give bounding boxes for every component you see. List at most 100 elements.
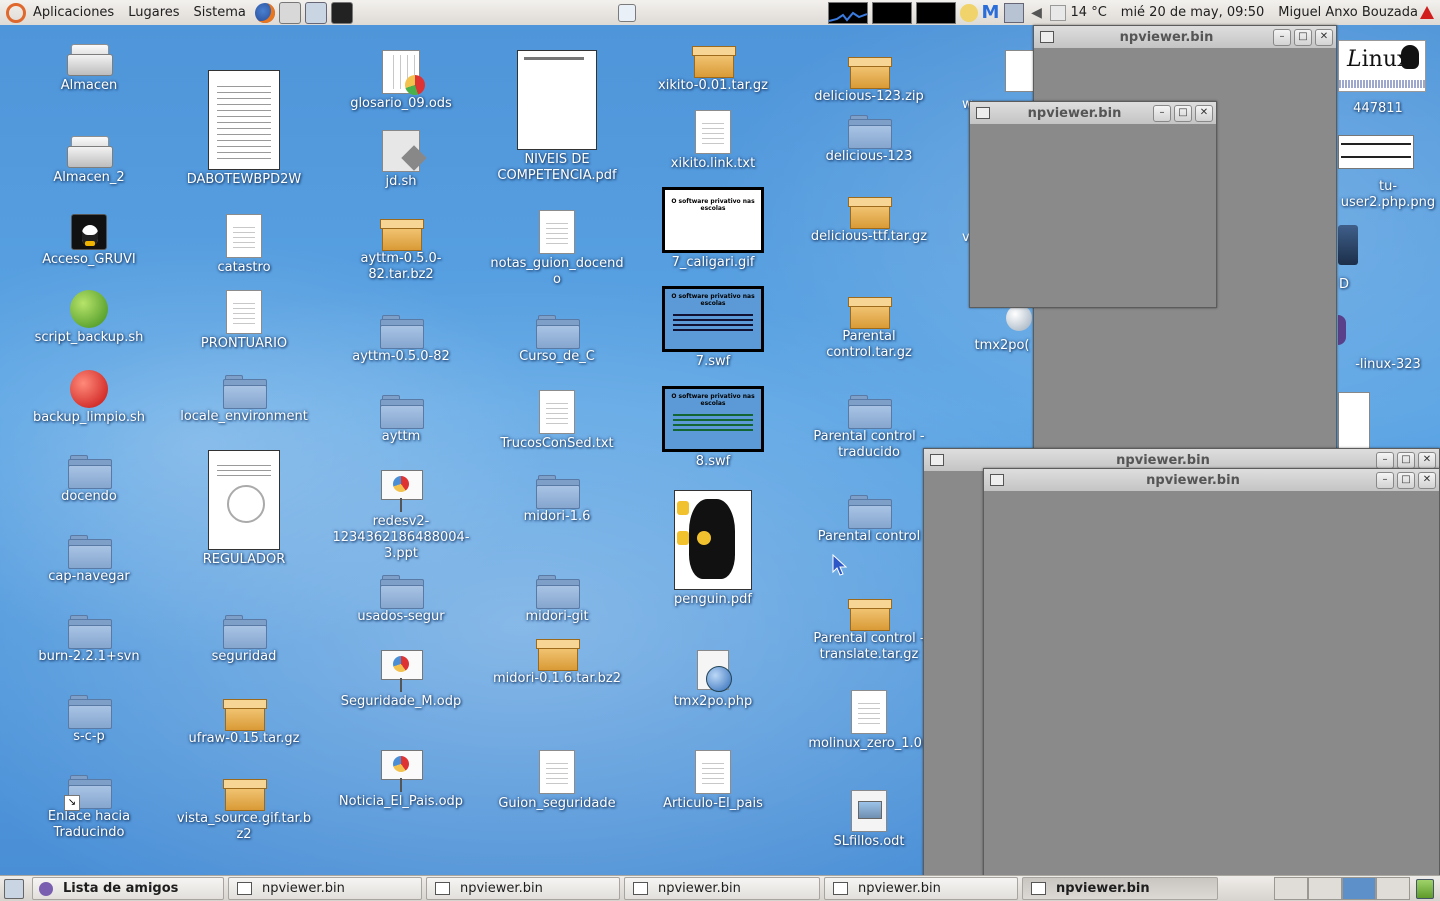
desktop-icon-447811[interactable]: 447811 <box>1338 99 1418 117</box>
desktop-icon-redesv2[interactable]: redesv2-1234362186488004-3.ppt <box>331 468 471 562</box>
desktop-icon-jd-sh[interactable]: jd.sh <box>331 130 471 190</box>
desktop-icon-parental-control-traducido[interactable]: Parental control - traducido <box>799 395 939 461</box>
desktop-icon-ayttm[interactable]: ayttm <box>331 395 471 445</box>
partial-purple-icon[interactable] <box>1338 315 1346 345</box>
close-button[interactable]: ✕ <box>1315 28 1333 46</box>
menu-aplicaciones[interactable]: Aplicaciones <box>26 0 121 25</box>
npviewer-window-4[interactable]: npviewer.bin – □ ✕ <box>983 468 1440 876</box>
desktop-icon-7-swf[interactable]: O software privativo nas escolas 7.swf <box>643 286 783 370</box>
network-manager-icon[interactable] <box>1003 2 1024 23</box>
workspace-3[interactable] <box>1342 877 1376 900</box>
desktop-icon-curso-de-c[interactable]: Curso_de_C <box>487 315 627 365</box>
desktop-icon-dabotewbpd2w[interactable]: DABOTEWBPD2W <box>174 70 314 188</box>
desktop-icon-parental-control-translate[interactable]: Parental control - translate.tar.gz <box>799 595 939 663</box>
maximize-button[interactable]: □ <box>1294 28 1312 46</box>
task-lista-de-amigos[interactable]: Lista de amigos <box>32 877 224 900</box>
desktop-icon-script-backup[interactable]: script_backup.sh <box>19 290 159 346</box>
desktop-icon-seguridade-m[interactable]: Seguridade_M.odp <box>331 648 471 710</box>
desktop-icon-midori-16[interactable]: midori-1.6 <box>487 475 627 525</box>
partial-globe-icon[interactable] <box>1006 305 1032 331</box>
desktop-icon-locale-environment[interactable]: locale_environment <box>174 375 314 425</box>
task-npviewer-2[interactable]: npviewer.bin <box>426 877 620 900</box>
desktop-icon-tmx2po-partial[interactable]: tmx2po( <box>962 336 1042 354</box>
close-button[interactable]: ✕ <box>1195 104 1213 122</box>
desktop-icon-ufraw[interactable]: ufraw-0.15.tar.gz <box>174 695 314 747</box>
mail-icon[interactable]: M <box>982 3 1000 22</box>
clock[interactable]: mié 20 de may, 09:50 <box>1114 0 1272 25</box>
desktop-icon-guion-seguridade[interactable]: Guion_seguridade <box>487 750 627 812</box>
desktop-icon-linux-323[interactable]: -linux-323 <box>1338 355 1438 373</box>
shutdown-icon[interactable] <box>1420 6 1434 19</box>
npviewer-window-2[interactable]: npviewer.bin – □ ✕ <box>969 101 1217 308</box>
desktop-icon-cap-navegar[interactable]: cap-navegar <box>19 535 159 585</box>
desktop-icon-delicious-123[interactable]: delicious-123 <box>799 115 939 165</box>
desktop-icon-delicious-zip[interactable]: delicious-123.zip <box>799 53 939 105</box>
show-desktop-button[interactable] <box>4 878 24 899</box>
firefox-icon[interactable] <box>254 2 275 23</box>
menu-lugares[interactable]: Lugares <box>121 0 186 25</box>
volume-icon[interactable]: ◀ <box>1028 4 1046 22</box>
window-menu-icon[interactable] <box>976 107 990 119</box>
desktop-icon-ayttm-082[interactable]: ayttm-0.5.0-82 <box>331 315 471 365</box>
desktop-icon-glosario[interactable]: glosario_09.ods <box>331 50 471 112</box>
menu-sistema[interactable]: Sistema <box>187 0 253 25</box>
weather-temperature[interactable]: 14 °C <box>1068 0 1114 25</box>
workspace-1[interactable] <box>1274 877 1308 900</box>
desktop-icon-burn[interactable]: burn-2.2.1+svn <box>19 615 159 665</box>
desktop-icon-noticia-el-pais[interactable]: Noticia_El_Pais.odp <box>331 748 471 810</box>
ubuntu-logo-icon[interactable] <box>6 2 26 23</box>
speaker-icon[interactable] <box>1338 225 1358 265</box>
window-menu-icon[interactable] <box>930 454 944 466</box>
window-titlebar[interactable]: npviewer.bin – □ ✕ <box>970 102 1216 125</box>
linux-badge-image[interactable]: Linux <box>1338 40 1426 92</box>
minimize-button[interactable]: – <box>1376 451 1394 469</box>
desktop-icon-vista-source[interactable]: vista_source.gif.tar.bz2 <box>174 775 314 843</box>
close-button[interactable]: ✕ <box>1418 451 1436 469</box>
minimize-button[interactable]: – <box>1273 28 1291 46</box>
window-titlebar[interactable]: npviewer.bin – □ ✕ <box>984 469 1439 492</box>
desktop-icon-ayttm-tar[interactable]: ayttm-0.5.0-82.tar.bz2 <box>331 215 471 283</box>
close-button[interactable]: ✕ <box>1418 471 1436 489</box>
desktop-icon-delicious-ttf[interactable]: delicious-ttf.tar.gz <box>799 193 939 245</box>
desktop-icon-8-swf[interactable]: O software privativo nas escolas 8.swf <box>643 386 783 470</box>
desktop-icon-acceso-gruvi[interactable]: Acceso_GRUVI <box>19 214 159 268</box>
desktop-icon-parental-control-tar[interactable]: Parental control.tar.gz <box>799 293 939 361</box>
terminal-icon[interactable] <box>330 1 353 24</box>
window-titlebar[interactable]: npviewer.bin – □ ✕ <box>1034 26 1336 49</box>
desktop-icon-almacen-2[interactable]: Almacen_2 <box>19 134 159 186</box>
partial-image-icon[interactable] <box>1338 392 1370 452</box>
maximize-button[interactable]: □ <box>1397 451 1415 469</box>
show-desktop-icon[interactable] <box>617 3 636 22</box>
desktop-icon-midori-tar[interactable]: midori-0.1.6.tar.bz2 <box>487 635 627 687</box>
desktop-icon-articulo-el-pais[interactable]: Articulo-El_pais <box>643 750 783 812</box>
desktop-icon-seguridad[interactable]: seguridad <box>174 615 314 665</box>
ubuntu-badge-image[interactable] <box>1338 135 1414 169</box>
desktop-icon-usados-segur[interactable]: usados-segur <box>331 575 471 625</box>
desktop-icon-almacen[interactable]: Almacen <box>19 42 159 94</box>
window-menu-icon[interactable] <box>990 474 1004 486</box>
desktop-icon-penguin-pdf[interactable]: penguin.pdf <box>643 490 783 608</box>
desktop-icon-regulador[interactable]: REGULADOR <box>174 450 314 568</box>
desktop-icon-parental-control[interactable]: Parental control <box>799 495 939 545</box>
notes-icon[interactable] <box>959 3 978 22</box>
task-npviewer-1[interactable]: npviewer.bin <box>228 877 422 900</box>
desktop-icon-midori-git[interactable]: midori-git <box>487 575 627 625</box>
task-npviewer-4[interactable]: npviewer.bin <box>824 877 1018 900</box>
desktop-icon-molinux-zero[interactable]: molinux_zero_1.0.i <box>799 690 939 752</box>
minimize-button[interactable]: – <box>1153 104 1171 122</box>
desktop-icon-xikito-link[interactable]: xikito.link.txt <box>643 110 783 172</box>
desktop-icon-slfillos[interactable]: SLfillos.odt <box>799 790 939 850</box>
monitor-icon[interactable] <box>304 1 327 24</box>
desktop-icon-trucosconsed[interactable]: TrucosConSed.txt <box>487 390 627 452</box>
workspace-4[interactable] <box>1376 877 1410 900</box>
maximize-button[interactable]: □ <box>1174 104 1192 122</box>
desktop-icon-catastro[interactable]: catastro <box>174 214 314 276</box>
trash-icon[interactable] <box>1416 878 1434 899</box>
desktop-icon-7-caligari[interactable]: O software privativo nas escolas 7_calig… <box>643 187 783 271</box>
desktop-icon-ubuntu-user2[interactable]: tu-user2.php.png <box>1338 177 1438 211</box>
user-switcher[interactable]: Miguel Anxo Bouzada <box>1271 0 1420 25</box>
desktop-icon-xikito-tar[interactable]: xikito-0.01.tar.gz <box>643 42 783 94</box>
desktop-icon-d[interactable]: D <box>1338 275 1350 293</box>
task-npviewer-3[interactable]: npviewer.bin <box>624 877 820 900</box>
desktop-icon-niveis-competencia[interactable]: NIVEIS DE COMPETENCIA.pdf <box>487 50 627 184</box>
